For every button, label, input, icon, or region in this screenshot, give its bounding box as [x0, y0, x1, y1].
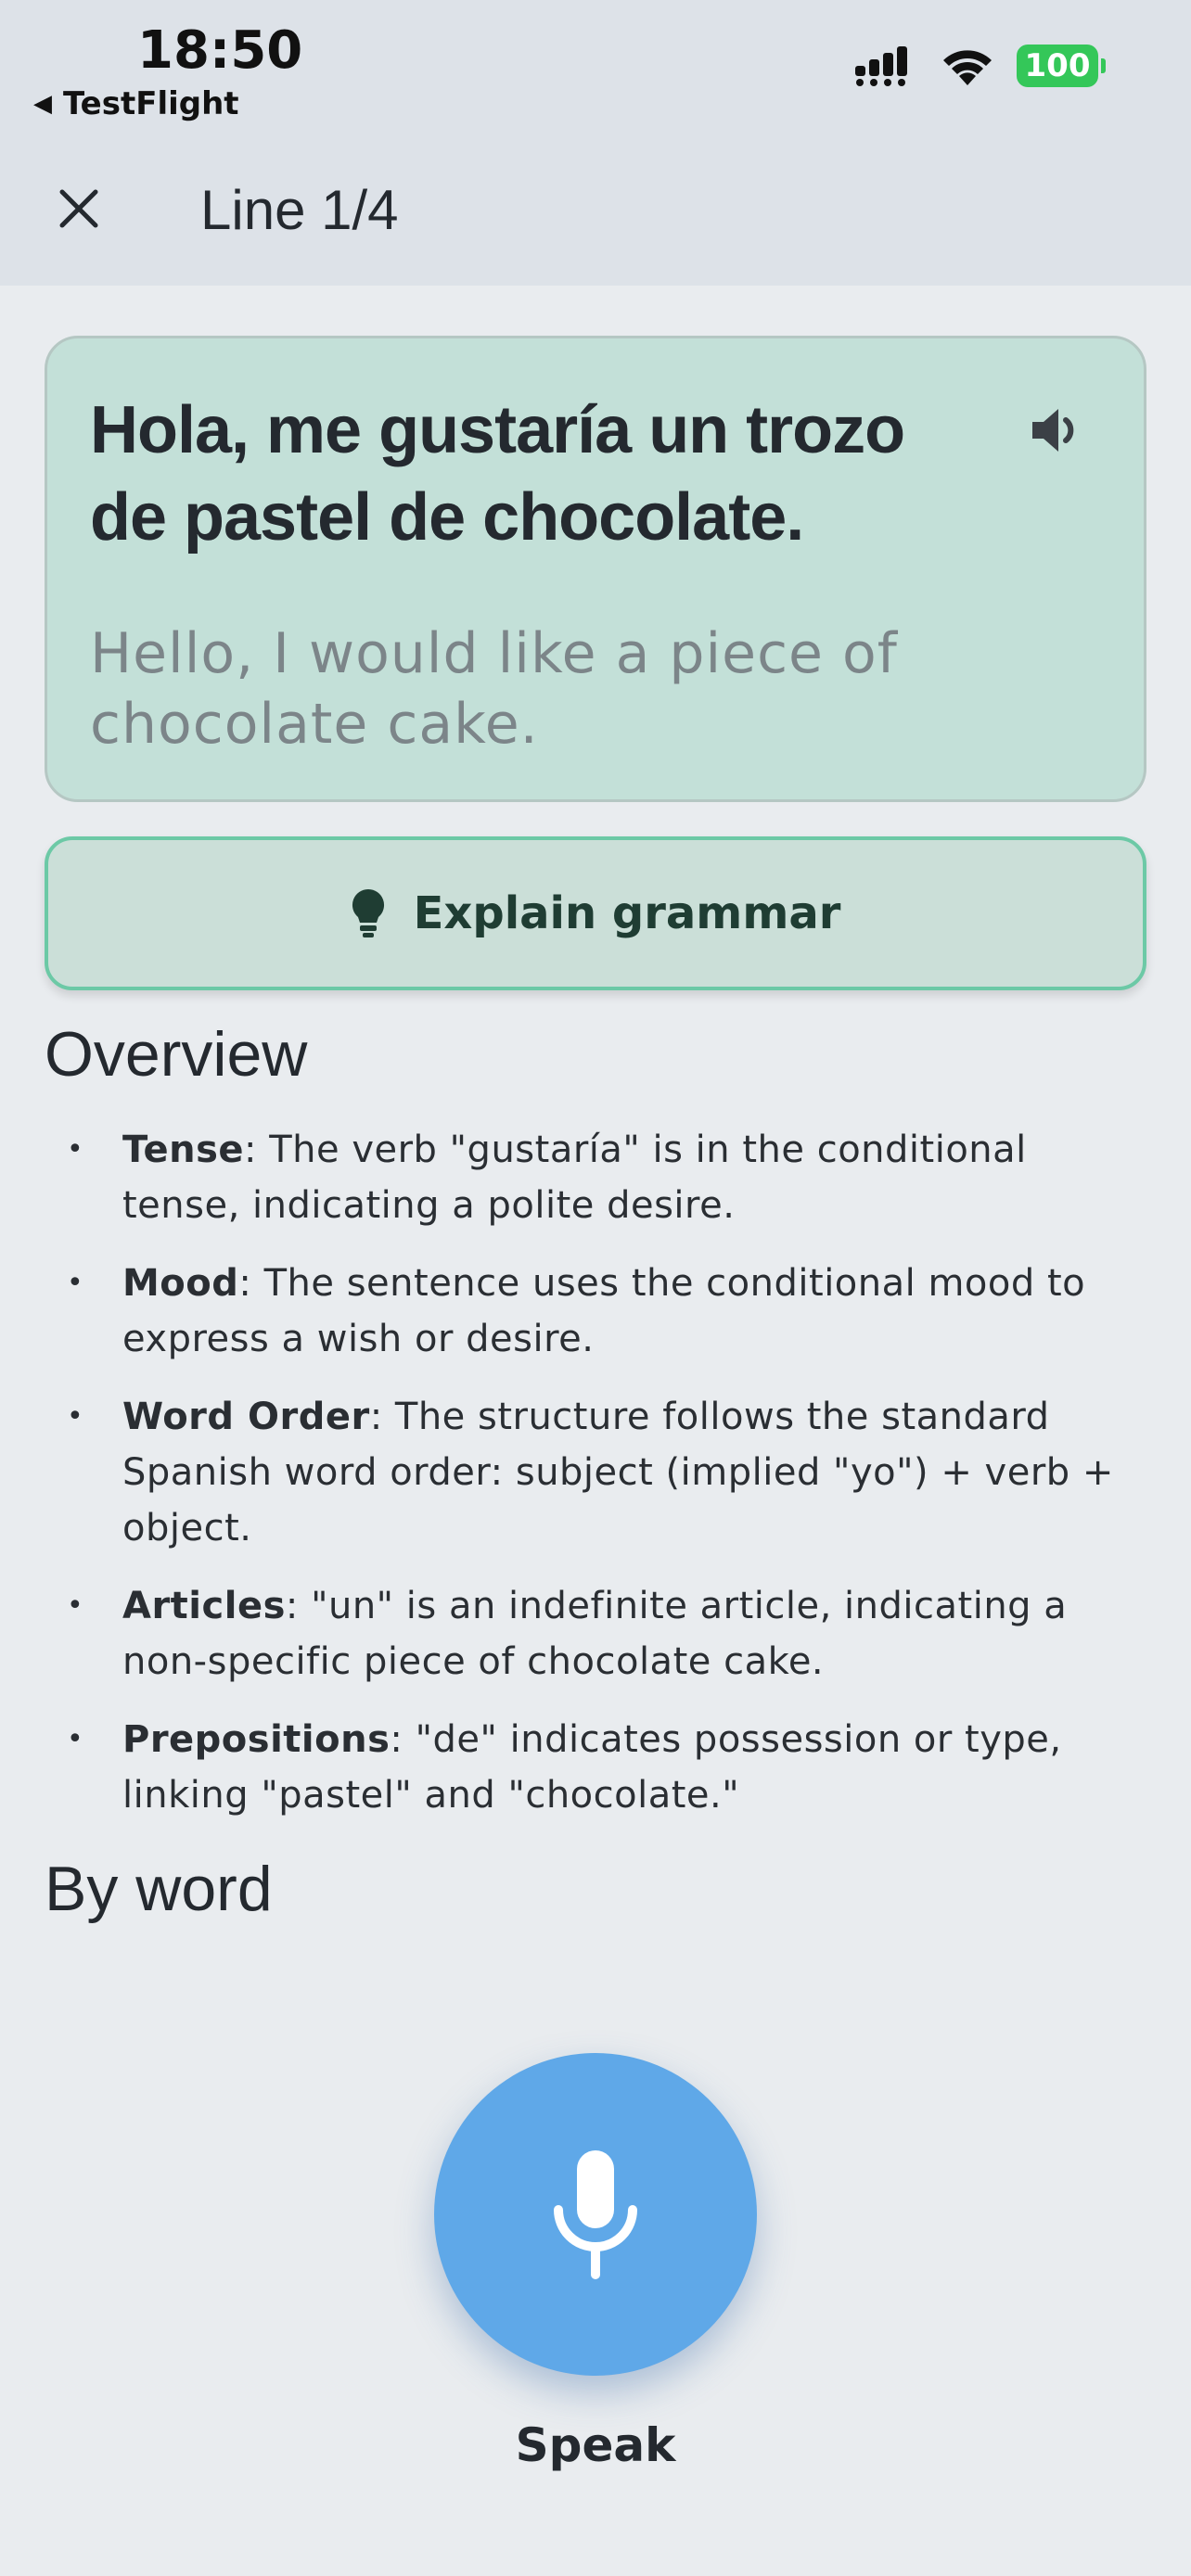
list-item-text: : The sentence uses the conditional mood… [122, 1262, 1086, 1360]
list-item-term: Tense [122, 1129, 245, 1171]
list-item: Tense: The verb "gustaría" is in the con… [67, 1122, 1115, 1233]
status-icons: 100 [855, 45, 1106, 87]
list-item-text: : The verb "gustaría" is in the conditio… [122, 1129, 1027, 1227]
list-item-term: Prepositions [122, 1718, 391, 1761]
explain-grammar-label: Explain grammar [413, 887, 841, 939]
by-word-heading: By word [45, 1854, 273, 1924]
list-item-term: Word Order [122, 1396, 370, 1438]
close-button[interactable] [46, 176, 111, 241]
speak-button[interactable] [434, 2053, 757, 2376]
cellular-signal-icon [855, 46, 907, 86]
list-item-term: Mood [122, 1262, 239, 1305]
list-item: Word Order: The structure follows the st… [67, 1389, 1115, 1556]
explain-grammar-button[interactable]: Explain grammar [45, 836, 1146, 990]
microphone-icon [554, 2150, 637, 2279]
phrase-card: Hola, me gustaría un trozo de pastel de … [45, 336, 1146, 802]
status-time: 18:50 [137, 20, 303, 81]
back-triangle-icon: ◀ [33, 90, 52, 118]
back-to-app-link[interactable]: ◀ TestFlight [33, 85, 239, 122]
list-item-term: Articles [122, 1585, 286, 1627]
speak-label: Speak [515, 2418, 676, 2472]
phrase-spanish: Hola, me gustaría un trozo de pastel de … [90, 393, 905, 555]
overview-list: Tense: The verb "gustaría" is in the con… [67, 1122, 1115, 1845]
screen: 18:50 ◀ TestFlight 100 Line 1/4 Hola, me… [0, 0, 1191, 2576]
wifi-icon [943, 50, 992, 85]
battery-icon: 100 [1017, 45, 1106, 87]
speaker-icon [1032, 409, 1074, 452]
back-app-label: TestFlight [63, 85, 239, 122]
list-item: Prepositions: "de" indicates possession … [67, 1712, 1115, 1823]
play-audio-button[interactable] [1023, 398, 1088, 463]
phrase-english: Hello, I would like a piece of chocolate… [90, 621, 898, 757]
list-item: Articles: "un" is an indefinite article,… [67, 1578, 1115, 1690]
top-bar: 18:50 ◀ TestFlight 100 Line 1/4 [0, 0, 1191, 286]
overview-heading: Overview [45, 1019, 308, 1090]
lightbulb-icon [352, 888, 384, 937]
page-title: Line 1/4 [200, 179, 399, 241]
list-item: Mood: The sentence uses the conditional … [67, 1256, 1115, 1367]
close-icon [59, 189, 98, 228]
